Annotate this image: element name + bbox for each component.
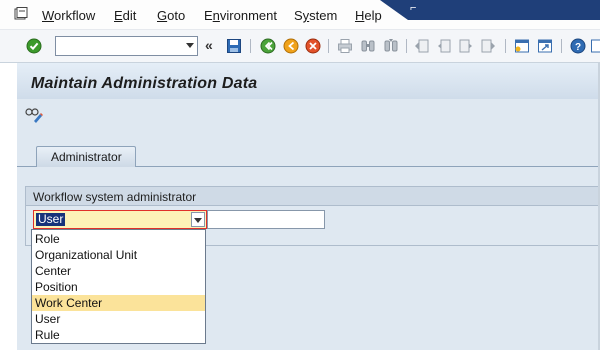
cancel-icon[interactable] <box>305 38 321 54</box>
admin-type-options: Role Organizational Unit Center Position… <box>31 229 206 344</box>
menu-item-edit[interactable]: Edit <box>114 8 136 23</box>
enter-icon[interactable] <box>26 38 42 54</box>
dropdown-option-position[interactable]: Position <box>32 279 205 295</box>
left-gutter <box>0 63 17 350</box>
toolbar-separator <box>250 39 251 53</box>
title-bar: Maintain Administration Data <box>17 63 600 99</box>
group-header: Workflow system administrator <box>26 187 599 206</box>
application-toolbar <box>17 99 600 129</box>
toolbar-separator <box>561 39 562 53</box>
window-control-icon[interactable]: ⌐ <box>410 2 416 14</box>
tab-administrator[interactable]: Administrator <box>36 146 136 167</box>
menu-item-help[interactable]: Help <box>355 8 382 23</box>
window-title-strip: ⌐ <box>380 0 600 20</box>
command-field[interactable] <box>55 36 198 56</box>
chevron-down-icon[interactable] <box>186 43 194 48</box>
create-session-icon[interactable] <box>514 38 530 54</box>
display-change-icon[interactable] <box>25 107 43 123</box>
history-icon[interactable]: « <box>205 37 213 53</box>
dropdown-option-user[interactable]: User <box>32 311 205 327</box>
standard-toolbar: « ? <box>0 30 600 63</box>
system-menu-icon[interactable] <box>14 7 28 21</box>
admin-type-value: User <box>36 212 66 226</box>
menu-item-system[interactable]: System <box>294 8 337 23</box>
toolbar-separator <box>505 39 506 53</box>
admin-type-dropdown[interactable]: User <box>33 210 207 229</box>
exit-icon[interactable] <box>283 38 299 54</box>
group-title: Workflow system administrator <box>33 190 197 204</box>
print-icon[interactable] <box>337 38 353 54</box>
tab-label: Administrator <box>51 150 122 164</box>
help-icon[interactable]: ? <box>570 38 586 54</box>
dropdown-option-rule[interactable]: Rule <box>32 327 205 343</box>
svg-text:?: ? <box>575 42 581 53</box>
menu-item-goto[interactable]: Goto <box>157 8 185 23</box>
previous-page-icon[interactable] <box>436 38 452 54</box>
dropdown-option-work-center[interactable]: Work Center <box>32 295 205 311</box>
customize-layout-icon[interactable] <box>590 38 600 54</box>
first-page-icon[interactable] <box>414 38 430 54</box>
last-page-icon[interactable] <box>480 38 496 54</box>
toolbar-separator <box>328 39 329 53</box>
dropdown-option-organizational-unit[interactable]: Organizational Unit <box>32 247 205 263</box>
dropdown-option-center[interactable]: Center <box>32 263 205 279</box>
back-icon[interactable] <box>260 38 276 54</box>
menu-bar: Workflow Edit Goto Environment System He… <box>0 0 600 30</box>
admin-id-field[interactable] <box>207 210 325 229</box>
menu-item-workflow[interactable]: Workflow <box>42 8 95 23</box>
save-icon[interactable] <box>226 38 242 54</box>
toolbar-separator <box>406 39 407 53</box>
shortcut-icon[interactable] <box>537 38 553 54</box>
find-icon[interactable] <box>360 38 376 54</box>
find-next-icon[interactable] <box>383 38 399 54</box>
next-page-icon[interactable] <box>458 38 474 54</box>
dropdown-option-role[interactable]: Role <box>32 231 205 247</box>
menu-item-environment[interactable]: Environment <box>204 8 277 23</box>
page-title: Maintain Administration Data <box>31 75 258 92</box>
chevron-down-icon[interactable] <box>191 212 205 227</box>
